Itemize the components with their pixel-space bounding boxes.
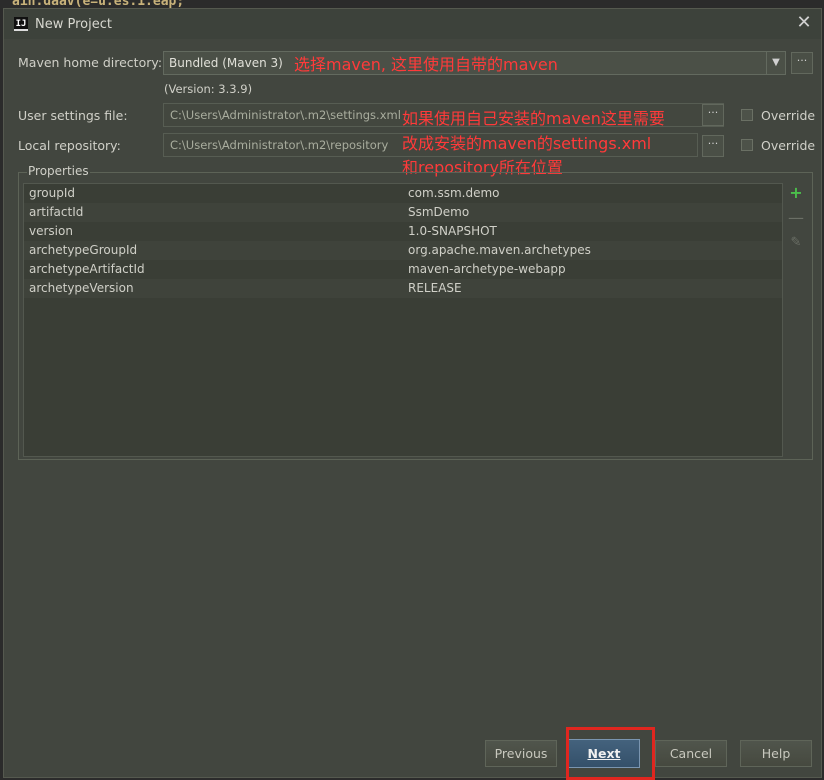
dialog-titlebar: IJ New Project ✕ <box>4 9 821 39</box>
previous-button[interactable]: Previous <box>485 740 557 767</box>
edit-property-icon[interactable]: ✎ <box>787 233 805 253</box>
user-settings-browse-button[interactable]: ··· <box>702 104 724 126</box>
property-value: org.apache.maven.archetypes <box>408 243 591 257</box>
maven-home-label: Maven home directory: <box>18 55 163 70</box>
maven-version-text: (Version: 3.3.9) <box>164 82 253 96</box>
properties-table: groupId com.ssm.demo artifactId SsmDemo … <box>23 183 783 457</box>
user-settings-override-checkbox[interactable] <box>741 109 753 121</box>
table-row[interactable]: groupId com.ssm.demo <box>24 184 782 203</box>
property-value: 1.0-SNAPSHOT <box>408 224 497 238</box>
table-row[interactable]: archetypeArtifactId maven-archetype-weba… <box>24 260 782 279</box>
local-repository-browse-button[interactable]: ··· <box>702 135 724 157</box>
annotation-settings-line1: 如果使用自己安装的maven这里需要 <box>402 109 665 128</box>
property-value: SsmDemo <box>408 205 470 219</box>
add-property-icon[interactable]: + <box>787 183 805 203</box>
annotation-settings-line2: 改成安装的maven的settings.xml <box>402 134 652 153</box>
property-value: com.ssm.demo <box>408 186 500 200</box>
intellij-app-icon: IJ <box>14 17 28 31</box>
help-button[interactable]: Help <box>740 740 812 767</box>
user-settings-label: User settings file: <box>18 108 128 123</box>
remove-property-icon[interactable]: — <box>787 208 805 228</box>
property-value: RELEASE <box>408 281 462 295</box>
maven-home-value: Bundled (Maven 3) <box>169 56 283 70</box>
cancel-button-label: Cancel <box>669 746 713 761</box>
dropdown-arrow-icon[interactable]: ▼ <box>766 52 785 74</box>
properties-title: Properties <box>27 164 90 178</box>
property-key: archetypeGroupId <box>29 243 138 257</box>
annotation-maven-home: 选择maven, 这里使用自带的maven <box>294 55 558 74</box>
dialog-title: New Project <box>35 17 112 32</box>
table-row[interactable]: archetypeGroupId org.apache.maven.archet… <box>24 241 782 260</box>
new-project-dialog: IJ New Project ✕ Maven home directory: B… <box>3 8 822 780</box>
maven-home-browse-button[interactable]: ··· <box>791 52 813 74</box>
property-key: version <box>29 224 73 238</box>
property-key: archetypeArtifactId <box>29 262 145 276</box>
property-value: maven-archetype-webapp <box>408 262 566 276</box>
help-button-label: Help <box>761 746 791 761</box>
previous-button-label: Previous <box>494 746 548 761</box>
user-settings-override-label: Override <box>761 108 816 123</box>
property-key: artifactId <box>29 205 84 219</box>
cancel-button[interactable]: Cancel <box>655 740 727 767</box>
local-repository-override-checkbox[interactable] <box>741 139 753 151</box>
property-key: archetypeVersion <box>29 281 134 295</box>
local-repository-override-label: Override <box>761 138 816 153</box>
close-icon[interactable]: ✕ <box>793 12 815 34</box>
local-repository-label: Local repository: <box>18 138 121 153</box>
next-button-highlight <box>566 727 655 780</box>
table-row[interactable]: archetypeVersion RELEASE <box>24 279 782 298</box>
property-key: groupId <box>29 186 76 200</box>
table-row[interactable]: artifactId SsmDemo <box>24 203 782 222</box>
table-row[interactable]: version 1.0-SNAPSHOT <box>24 222 782 241</box>
